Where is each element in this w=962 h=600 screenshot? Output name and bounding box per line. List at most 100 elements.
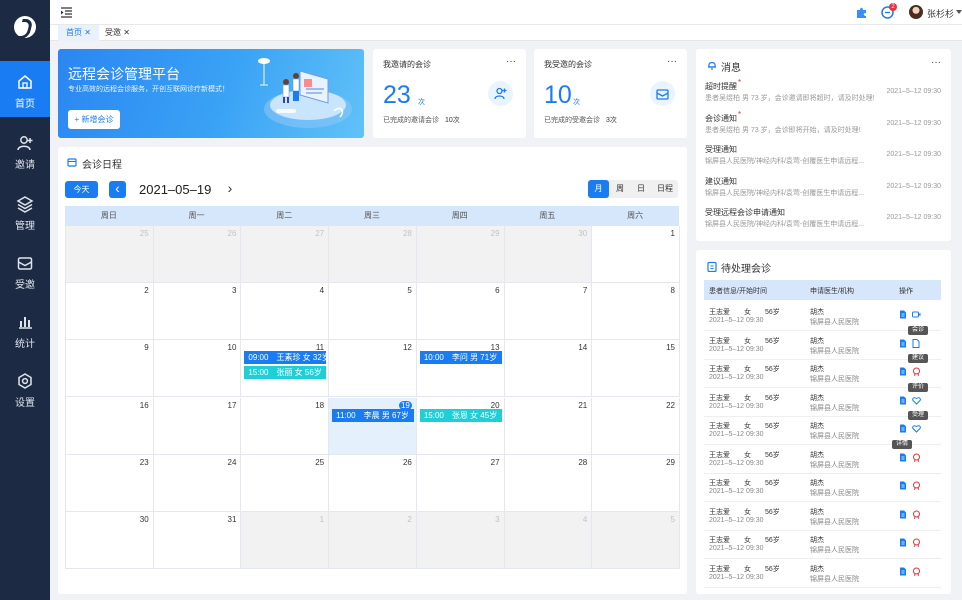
message-item[interactable]: 受理通知 锦屏县人民医院/神经内科/袁莺-创覆医生申请远程... 2021–5–12… <box>696 144 951 174</box>
calendar-day-cell[interactable]: 29 <box>416 226 505 284</box>
table-row[interactable]: 王志爱 女 56岁 2021–5–12 09:30 胡杰 锦屏县人民医院 <box>704 304 941 331</box>
calendar-day-cell[interactable]: 7 <box>504 283 593 341</box>
view-day-button[interactable]: 日 <box>632 180 650 198</box>
badge-icon[interactable] <box>912 510 921 519</box>
table-row[interactable]: 王志爱 女 56岁 2021–5–12 09:30 胡杰 锦屏县人民医院 <box>704 333 941 360</box>
table-row[interactable]: 王志爱 女 56岁 2021–5–12 09:30 胡杰 锦屏县人民医院 <box>704 561 941 588</box>
table-row[interactable]: 王志爱 女 56岁 2021–5–12 09:30 胡杰 锦屏县人民医院 <box>704 532 941 559</box>
calendar-day-cell[interactable]: 27 <box>416 454 505 512</box>
video-icon[interactable] <box>912 310 921 319</box>
calendar-day-cell[interactable]: 22 <box>592 397 680 455</box>
calendar-day-cell[interactable]: 10 <box>153 340 242 398</box>
calendar-day-cell[interactable]: 26 <box>329 454 417 512</box>
document-icon[interactable] <box>899 339 907 348</box>
message-item[interactable]: 会诊通知 * 患者吴煜柏 男 73 岁，会诊即将开始，请及时处理! 2021–5–12… <box>696 110 951 143</box>
sidebar-item-received[interactable]: 受邀 <box>0 242 50 298</box>
puzzle-icon[interactable] <box>855 6 868 19</box>
calendar-day-cell[interactable]: 14 <box>504 340 593 398</box>
calendar-day-cell[interactable]: 26 <box>153 226 242 284</box>
calendar-day-cell[interactable]: 15 <box>592 340 680 398</box>
more-icon[interactable]: ··· <box>506 56 516 67</box>
calendar-day-cell[interactable]: 28 <box>504 454 593 512</box>
view-month-button[interactable]: 月 <box>588 180 609 198</box>
calendar-event[interactable]: 10:00 李问 男 71岁 <box>419 351 502 365</box>
close-icon[interactable]: ✕ <box>123 28 130 37</box>
badge-icon[interactable] <box>912 538 921 547</box>
badge-icon[interactable] <box>912 567 921 576</box>
more-icon[interactable]: ··· <box>931 57 941 68</box>
table-row[interactable]: 王志爱 女 56岁 2021–5–12 09:30 胡杰 锦屏县人民医院 <box>704 447 941 474</box>
calendar-day-cell[interactable]: 6 <box>416 283 505 341</box>
tab-received[interactable]: 受邀 ✕ <box>97 25 138 41</box>
badge-icon[interactable] <box>912 367 921 376</box>
calendar-day-cell[interactable]: 5 <box>329 283 417 341</box>
sidebar-item-invite[interactable]: 邀请 <box>0 122 50 178</box>
view-schedule-button[interactable]: 日程 <box>654 180 676 198</box>
calendar-day-cell[interactable]: 12 <box>329 340 417 398</box>
calendar-day-cell[interactable]: 4 <box>241 283 330 341</box>
sidebar-item-manage[interactable]: 管理 <box>0 183 50 239</box>
table-row[interactable]: 王志爱 女 56岁 2021–5–12 09:30 胡杰 锦屏县人民医院 <box>704 475 941 502</box>
calendar-day-cell[interactable]: 3 <box>153 283 242 341</box>
table-row[interactable]: 王志爱 女 56岁 2021–5–12 09:30 胡杰 锦屏县人民医院 <box>704 390 941 417</box>
calendar-day-cell[interactable]: 13 <box>416 340 505 398</box>
calendar-day-cell[interactable]: 25 <box>66 226 154 284</box>
calendar-event[interactable]: 15:00 张恩 女 45岁 <box>419 408 502 422</box>
prev-button[interactable]: ‹ <box>109 181 126 198</box>
calendar-day-cell[interactable]: 23 <box>66 454 154 512</box>
menu-fold-icon[interactable] <box>61 7 72 18</box>
calendar-day-cell[interactable]: 17 <box>153 397 242 455</box>
calendar-day-cell[interactable]: 28 <box>329 226 417 284</box>
badge-icon[interactable] <box>912 453 921 462</box>
calendar-day-cell[interactable]: 9 <box>66 340 154 398</box>
calendar-day-cell[interactable]: 16 <box>66 397 154 455</box>
document-icon[interactable] <box>912 338 921 348</box>
calendar-day-cell[interactable]: 30 <box>66 511 154 569</box>
stat-card-invited[interactable]: 我邀请的会诊 ··· 23 次 已完成的邀请会诊 10次 <box>373 49 526 138</box>
document-icon[interactable] <box>899 424 907 433</box>
badge-icon[interactable] <box>912 481 921 490</box>
table-row[interactable]: 王志爱 女 56岁 2021–5–12 09:30 胡杰 锦屏县人民医院 <box>704 504 941 531</box>
calendar-day-cell[interactable]: 1 <box>592 226 680 284</box>
document-icon[interactable] <box>899 567 907 576</box>
document-icon[interactable] <box>899 538 907 547</box>
calendar-day-cell[interactable]: 19 <box>329 397 417 455</box>
sidebar-item-home[interactable]: 首页 <box>0 61 50 117</box>
today-button[interactable]: 今天 <box>65 181 98 198</box>
user-name[interactable]: 张杉杉 <box>927 7 954 20</box>
tab-home[interactable]: 首页 ✕ <box>58 25 99 41</box>
document-icon[interactable] <box>899 481 907 490</box>
calendar-day-cell[interactable]: 31 <box>153 511 242 569</box>
calendar-day-cell[interactable]: 2 <box>66 283 154 341</box>
calendar-day-cell[interactable]: 5 <box>592 511 680 569</box>
document-icon[interactable] <box>899 510 907 519</box>
message-item[interactable]: 受理远程会诊申请通知 锦屏县人民医院/神经内科/袁莺-创覆医生申请远程... 202… <box>696 207 951 237</box>
calendar-day-cell[interactable]: 29 <box>592 454 680 512</box>
sidebar-item-settings[interactable]: 设置 <box>0 360 50 416</box>
calendar-day-cell[interactable]: 30 <box>504 226 593 284</box>
calendar-event[interactable]: 11:00 李晨 男 67岁 <box>332 408 414 422</box>
calendar-day-cell[interactable]: 2 <box>329 511 417 569</box>
calendar-day-cell[interactable]: 21 <box>504 397 593 455</box>
calendar-day-cell[interactable]: 1 <box>241 511 330 569</box>
document-icon[interactable] <box>899 453 907 462</box>
calendar-day-cell[interactable]: 24 <box>153 454 242 512</box>
calendar-day-cell[interactable]: 8 <box>592 283 680 341</box>
stat-card-received[interactable]: 我受邀的会诊 ··· 10 次 已完成的受邀会诊 3次 <box>534 49 687 138</box>
calendar-event[interactable]: 15:00 张丽 女 56岁 <box>244 366 327 380</box>
calendar-day-cell[interactable]: 18 <box>241 397 330 455</box>
next-button[interactable]: › <box>224 180 236 197</box>
document-icon[interactable] <box>899 396 907 405</box>
more-icon[interactable]: ··· <box>667 56 677 67</box>
heart-icon[interactable] <box>912 424 921 433</box>
close-icon[interactable]: ✕ <box>84 28 91 37</box>
add-consultation-button[interactable]: + 新增会诊 <box>68 110 120 129</box>
calendar-day-cell[interactable]: 27 <box>241 226 330 284</box>
calendar-day-cell[interactable]: 4 <box>504 511 593 569</box>
calendar-day-cell[interactable]: 20 <box>416 397 505 455</box>
sidebar-item-stats[interactable]: 统计 <box>0 301 50 357</box>
calendar-day-cell[interactable]: 25 <box>241 454 330 512</box>
caret-down-icon[interactable] <box>956 10 962 14</box>
calendar-event[interactable]: 09:00 王素珍 女 32岁 <box>244 351 327 365</box>
message-item[interactable]: 建议通知 锦屏县人民医院/神经内科/袁莺-创覆医生申请远程... 2021–5–12… <box>696 176 951 206</box>
